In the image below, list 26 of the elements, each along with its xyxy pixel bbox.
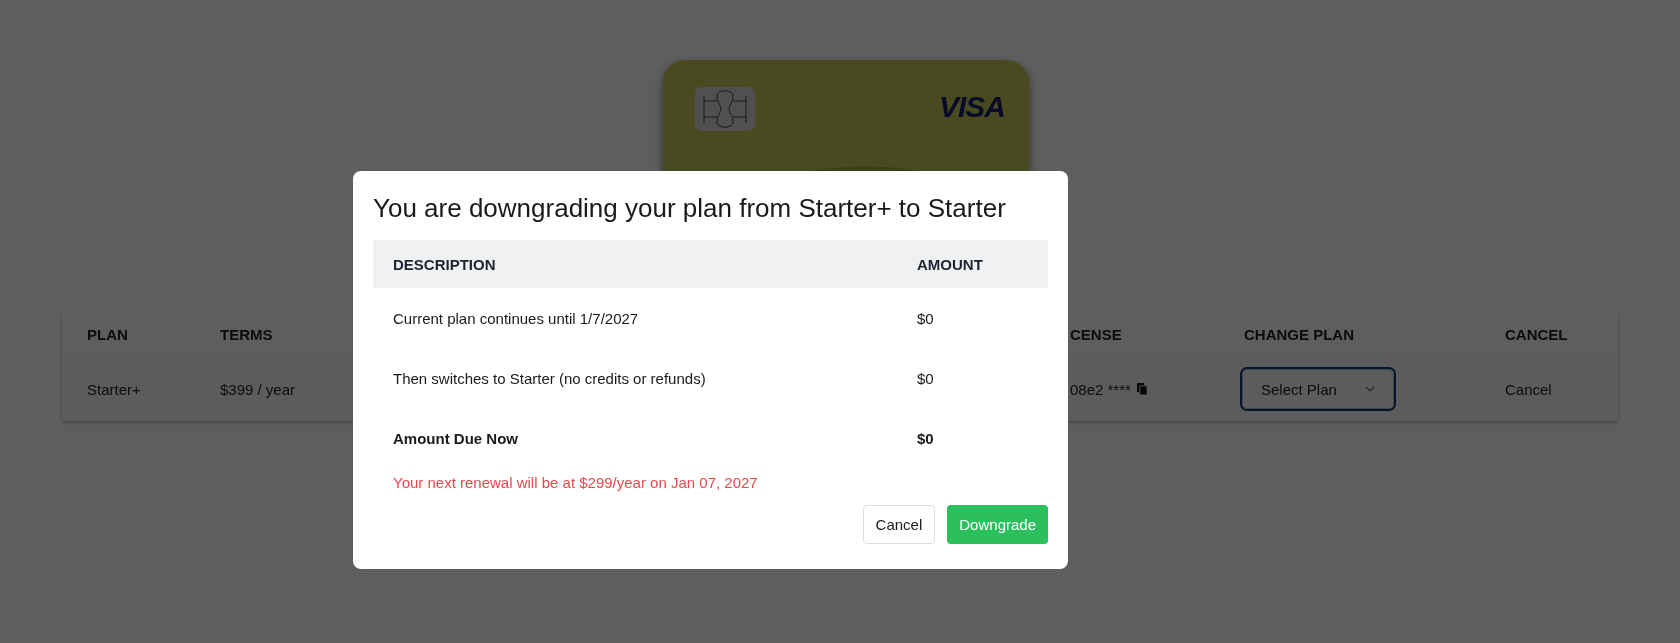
card-brand-logo: VISA [938,90,1005,124]
cancel-link[interactable]: Cancel [1505,380,1618,398]
column-header: CENSE [1070,326,1123,343]
table-cell-text: Current plan continues until 1/7/2027 [393,309,640,327]
table-cell-text: $399 / year [220,380,297,398]
column-header: DESCRIPTION [393,255,497,273]
dialog-title: You are downgrading your plan from Starter+ to Starter [373,193,1007,224]
license-key: 08e2 **** [1070,380,1131,398]
table-cell-text: $0 [917,369,935,387]
renewal-notice: Your next renewal will be at $299/year on Jan 07, 2027 [393,474,759,491]
column-header: TERMS [220,326,274,343]
table-cell-text: $0 [917,429,935,447]
cancel-button[interactable]: Cancel [862,505,936,544]
plan-select[interactable]: Select Plan [1242,369,1394,409]
column-header: PLAN [87,326,129,343]
chip-icon [695,87,755,131]
downgrade-button[interactable]: Downgrade [947,505,1048,544]
column-header: CANCEL [1505,326,1569,343]
table-cell-text: Then switches to Starter (no credits or refunds) [393,369,707,387]
table-cell-text: $0 [917,309,935,327]
chevron-down-icon [1365,386,1375,392]
table-cell-text: Starter+ [87,380,142,398]
column-header: AMOUNT [917,255,984,273]
copy-icon[interactable] [1136,382,1148,396]
column-header: CHANGE PLAN [1244,326,1355,343]
table-cell-text: Amount Due Now [393,429,519,447]
